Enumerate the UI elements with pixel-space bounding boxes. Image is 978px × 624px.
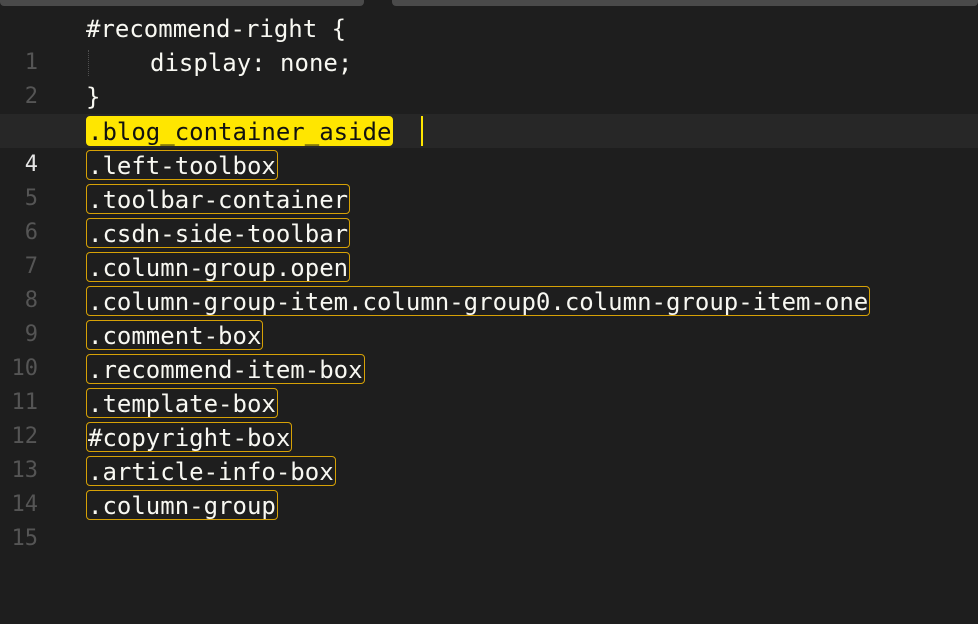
code-line-15[interactable]: 15 .column-group xyxy=(0,488,978,551)
match-highlight[interactable]: .template-box xyxy=(86,388,278,418)
match-highlight[interactable]: .column-group xyxy=(86,490,278,520)
code-text[interactable]: .column-group-item.column-group0.column-… xyxy=(86,284,871,319)
code-text[interactable]: .comment-box xyxy=(86,318,264,353)
match-highlight[interactable]: .toolbar-container xyxy=(86,184,351,214)
code-line-13[interactable]: 13 #copyright-box xyxy=(0,420,978,483)
code-text[interactable]: .column-group xyxy=(86,488,278,523)
code-line-3[interactable]: 3 } xyxy=(0,80,978,143)
code-line-9[interactable]: 9 .column-group-item.column-group0.colum… xyxy=(0,284,978,347)
code-line-2[interactable]: 2 display: none; xyxy=(0,46,978,109)
code-text[interactable]: .left-toolbox xyxy=(86,148,278,183)
match-highlight[interactable]: .left-toolbox xyxy=(86,150,278,180)
code-line-6[interactable]: 6 .toolbar-container xyxy=(0,182,978,245)
code-line-8[interactable]: 8 .column-group.open xyxy=(0,250,978,313)
indent-guide xyxy=(88,50,89,76)
match-highlight[interactable]: .column-group.open xyxy=(86,252,351,282)
code-text[interactable]: .csdn-side-toolbar xyxy=(86,216,351,251)
code-line-11[interactable]: 11 .recommend-item-box xyxy=(0,352,978,415)
code-line-1[interactable]: 1 #recommend-right { xyxy=(0,12,978,75)
code-text[interactable]: .template-box xyxy=(86,386,278,421)
code-line-5[interactable]: 5 .left-toolbox xyxy=(0,148,978,211)
code-editor[interactable]: 1 #recommend-right { 2 display: none; 3 … xyxy=(0,12,978,551)
code-text[interactable]: .blog_container_aside xyxy=(86,114,394,149)
code-text[interactable]: .recommend-item-box xyxy=(86,352,365,387)
match-highlight[interactable]: .recommend-item-box xyxy=(86,354,365,384)
code-line-7[interactable]: 7 .csdn-side-toolbar xyxy=(0,216,978,279)
code-text[interactable]: .article-info-box xyxy=(86,454,336,489)
text-cursor xyxy=(421,116,423,146)
code-text[interactable]: .column-group.open xyxy=(86,250,351,285)
code-line-10[interactable]: 10 .comment-box xyxy=(0,318,978,381)
tab-strip xyxy=(0,0,978,8)
tab-left[interactable] xyxy=(0,0,364,6)
code-text[interactable]: #recommend-right { xyxy=(86,12,346,46)
match-highlight[interactable]: #copyright-box xyxy=(86,422,293,452)
code-line-4-active[interactable]: 4 .blog_container_aside xyxy=(0,114,978,177)
match-highlight[interactable]: .comment-box xyxy=(86,320,264,350)
code-line-12[interactable]: 12 .template-box xyxy=(0,386,978,449)
tab-right[interactable] xyxy=(392,0,978,6)
code-text[interactable]: .toolbar-container xyxy=(86,182,351,217)
match-highlight[interactable]: .csdn-side-toolbar xyxy=(86,218,351,248)
code-text[interactable]: } xyxy=(86,80,100,114)
code-line-14[interactable]: 14 .article-info-box xyxy=(0,454,978,517)
code-text[interactable]: display: none; xyxy=(150,46,352,80)
code-text[interactable]: #copyright-box xyxy=(86,420,293,455)
match-highlight[interactable]: .column-group-item.column-group0.column-… xyxy=(86,286,871,316)
match-highlight[interactable]: .article-info-box xyxy=(86,456,336,486)
selection-highlight[interactable]: .blog_container_aside xyxy=(86,116,394,146)
line-number: 15 xyxy=(11,526,39,551)
